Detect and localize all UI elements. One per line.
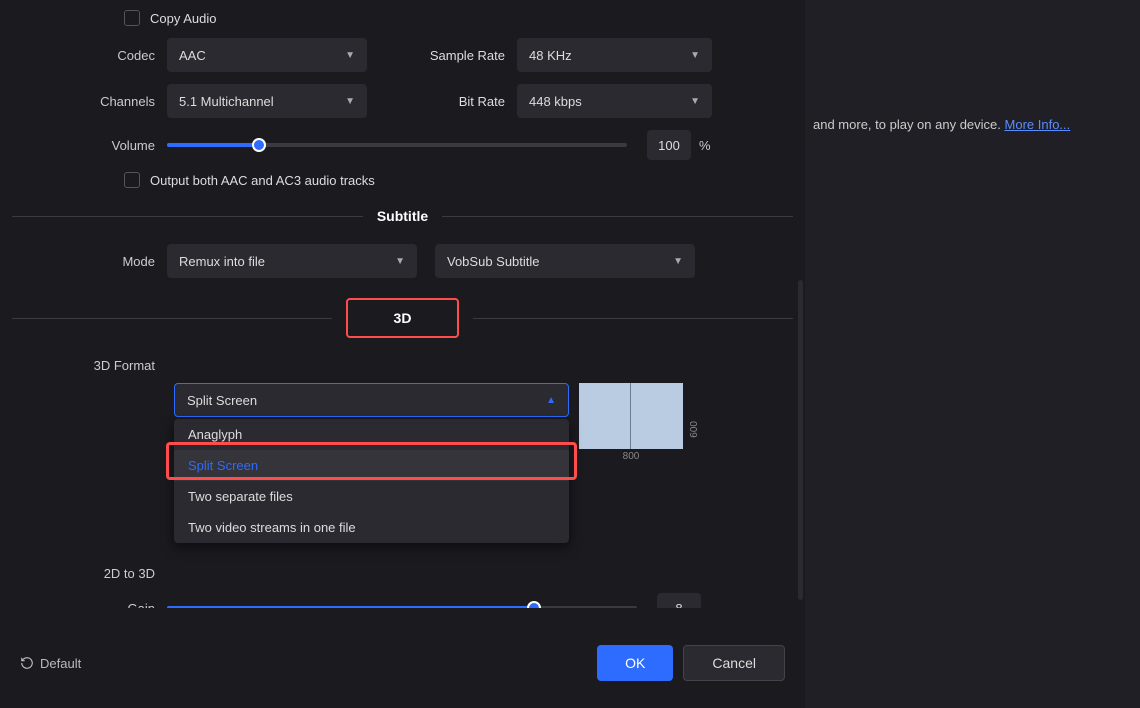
subtitle-section-label: Subtitle: [377, 208, 428, 224]
cancel-button[interactable]: Cancel: [683, 645, 785, 681]
three-d-section-header: 3D: [12, 298, 793, 338]
preview-height-label: 600: [689, 421, 700, 438]
three-d-format-value: Split Screen: [187, 393, 257, 408]
chevron-down-icon: ▼: [690, 96, 700, 107]
subtitle-codec-select[interactable]: VobSub Subtitle ▼: [435, 244, 695, 278]
option-anaglyph[interactable]: Anaglyph: [174, 419, 569, 450]
chevron-down-icon: ▼: [345, 96, 355, 107]
sample-rate-label: Sample Rate: [367, 48, 517, 63]
sample-rate-select[interactable]: 48 KHz ▼: [517, 38, 712, 72]
gain-label: Gain: [12, 601, 167, 609]
gain-slider[interactable]: [167, 606, 637, 608]
subtitle-mode-select[interactable]: Remux into file ▼: [167, 244, 417, 278]
chevron-down-icon: ▼: [395, 256, 405, 267]
reset-icon: [20, 656, 34, 670]
volume-label: Volume: [12, 138, 167, 153]
chevron-up-icon: ▲: [546, 395, 556, 406]
copy-audio-checkbox[interactable]: [124, 10, 140, 26]
volume-slider[interactable]: [167, 143, 627, 147]
sample-rate-value: 48 KHz: [529, 48, 572, 63]
chevron-down-icon: ▼: [673, 256, 683, 267]
codec-label: Codec: [12, 48, 167, 63]
copy-audio-label: Copy Audio: [150, 11, 217, 26]
bitrate-label: Bit Rate: [367, 94, 517, 109]
option-split-screen[interactable]: Split Screen: [174, 450, 569, 481]
background-panel: and more, to play on any device. More In…: [805, 0, 1140, 708]
three-d-preview: 800 600: [579, 383, 700, 462]
output-both-label: Output both AAC and AC3 audio tracks: [150, 173, 375, 188]
channels-label: Channels: [12, 94, 167, 109]
three-d-format-dropdown: Anaglyph Split Screen Two separate files…: [174, 419, 569, 543]
subtitle-mode-label: Mode: [12, 254, 167, 269]
output-both-checkbox[interactable]: [124, 172, 140, 188]
default-button[interactable]: Default: [20, 656, 81, 671]
three-d-format-select[interactable]: Split Screen ▲: [174, 383, 569, 417]
settings-dialog: Copy Audio Codec AAC ▼ Sample Rate 48 KH…: [0, 0, 805, 708]
scrollbar[interactable]: [798, 280, 803, 600]
chevron-down-icon: ▼: [345, 50, 355, 61]
channels-value: 5.1 Multichannel: [179, 94, 274, 109]
volume-unit: %: [699, 138, 711, 153]
info-text-tail: and more, to play on any device.: [813, 117, 1001, 132]
info-text: and more, to play on any device. More In…: [813, 117, 1070, 132]
bitrate-value: 448 kbps: [529, 94, 582, 109]
three-d-format-label: 3D Format: [12, 358, 167, 373]
gain-value[interactable]: 8: [657, 593, 701, 608]
subtitle-mode-value: Remux into file: [179, 254, 265, 269]
two-d-to-three-d-label: 2D to 3D: [12, 566, 167, 581]
bitrate-select[interactable]: 448 kbps ▼: [517, 84, 712, 118]
channels-select[interactable]: 5.1 Multichannel ▼: [167, 84, 367, 118]
chevron-down-icon: ▼: [690, 50, 700, 61]
default-label: Default: [40, 656, 81, 671]
preview-width-label: 800: [579, 451, 683, 462]
dialog-footer: Default OK Cancel: [0, 618, 805, 708]
option-two-streams[interactable]: Two video streams in one file: [174, 512, 569, 543]
ok-button[interactable]: OK: [597, 645, 673, 681]
codec-value: AAC: [179, 48, 206, 63]
subtitle-section-header: Subtitle: [12, 208, 793, 224]
more-info-link[interactable]: More Info...: [1005, 117, 1071, 132]
three-d-section-label: 3D: [346, 298, 460, 338]
volume-value[interactable]: 100: [647, 130, 691, 160]
subtitle-codec-value: VobSub Subtitle: [447, 254, 540, 269]
option-two-files[interactable]: Two separate files: [174, 481, 569, 512]
codec-select[interactable]: AAC ▼: [167, 38, 367, 72]
